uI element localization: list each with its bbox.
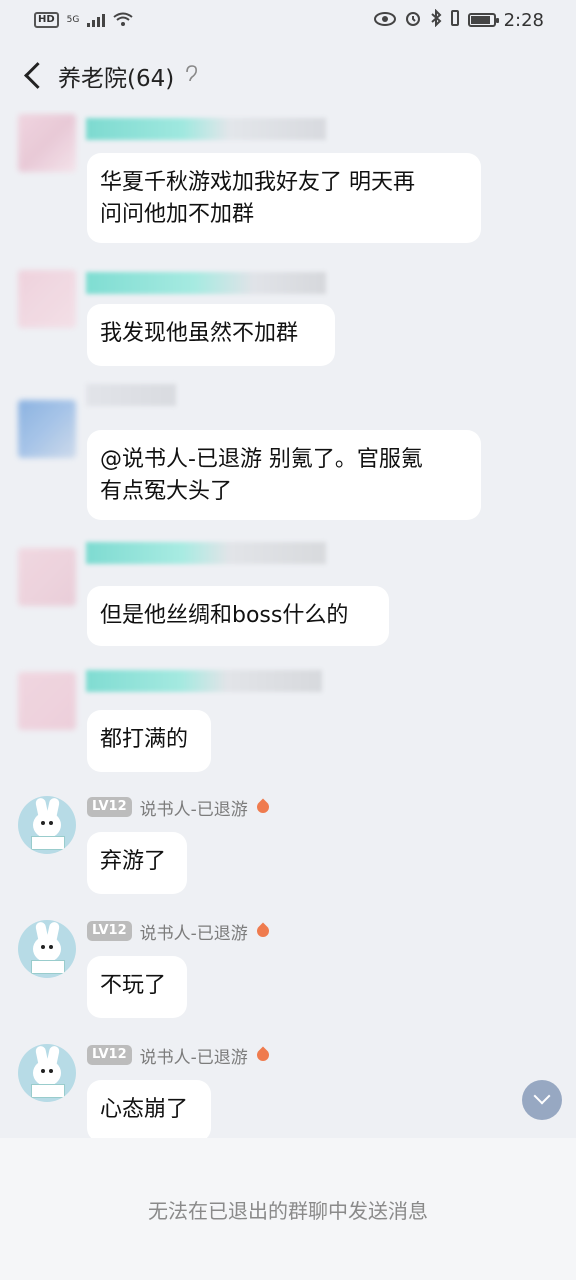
sender-name[interactable]: 说书人-已退游 [140,919,248,944]
avatar[interactable] [18,672,76,730]
eye-icon [373,10,396,31]
ear-icon [184,64,198,88]
message-bubble[interactable]: 都打满的 [87,710,211,772]
chevron-down-icon[interactable] [522,1080,562,1120]
wifi-icon [113,10,133,31]
message-bubble[interactable]: 不玩了 [87,956,187,1018]
sender-meta: LV12 说书人-已退游 [87,918,270,944]
avatar[interactable] [18,548,76,606]
sender-name [86,670,322,692]
avatar[interactable] [18,270,76,328]
vibrate-icon [450,9,460,32]
avatar[interactable] [18,1044,76,1102]
sender-meta: LV12 说书人-已退游 [87,794,270,820]
back-arrow-icon[interactable] [14,54,58,98]
sender-name[interactable]: 说书人-已退游 [140,795,248,820]
sender-name[interactable]: 说书人-已退游 [140,1043,248,1068]
level-badge: LV12 [87,797,132,817]
chat-header: 养老院(64) [0,44,576,108]
avatar[interactable] [18,796,76,854]
notice-text: 无法在已退出的群聊中发送消息 [148,1198,428,1223]
level-badge: LV12 [87,921,132,941]
message-bubble[interactable]: 但是他丝绸和boss什么的 [87,586,389,646]
avatar[interactable] [18,114,76,172]
sender-meta: LV12 说书人-已退游 [87,1042,270,1068]
battery-icon [467,13,499,27]
chat-title[interactable]: 养老院(64) [58,59,174,93]
message-bubble[interactable]: 弃游了 [87,832,187,894]
hd-badge: HD [34,12,59,28]
level-badge: LV12 [87,1045,132,1065]
sender-name [86,118,326,140]
message-bubble[interactable]: 华夏千秋游戏加我好友了 明天再 问问他加不加群 [87,153,481,243]
avatar[interactable] [18,920,76,978]
battery-fill [470,16,490,24]
alarm-icon [404,9,422,32]
sender-name [86,542,326,564]
input-disabled-notice: 无法在已退出的群聊中发送消息 [0,1138,576,1280]
flame-icon [256,1046,270,1064]
bluetooth-icon [430,8,442,32]
signal-icon [87,13,106,27]
flame-icon [256,922,270,940]
message-bubble[interactable]: @说书人-已退游 别氪了。官服氪 有点冤大头了 [87,430,481,520]
message-list[interactable]: 华夏千秋游戏加我好友了 明天再 问问他加不加群 我发现他虽然不加群 @说书人-已… [0,110,576,1138]
flame-icon [256,798,270,816]
clock-time: 2:28 [503,9,544,31]
sender-name [86,384,176,406]
sender-name [86,272,326,294]
avatar[interactable] [18,400,76,458]
message-bubble[interactable]: 我发现他虽然不加群 [87,304,335,366]
message-bubble[interactable]: 心态崩了 [87,1080,211,1138]
status-bar: HD 5G 2:28 [0,0,576,40]
network-type: 5G [66,14,80,25]
